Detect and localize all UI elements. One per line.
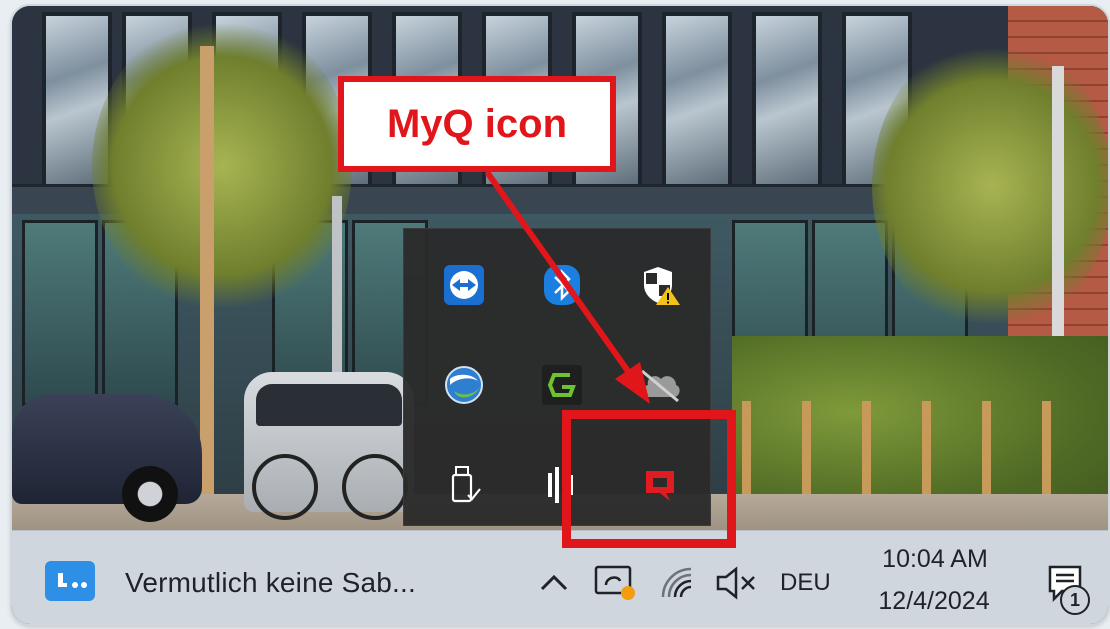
show-hidden-icons-chevron-icon[interactable] — [536, 565, 572, 601]
display-sync-icon[interactable] — [592, 563, 638, 608]
windows-security-warning-icon[interactable] — [612, 239, 708, 331]
taskbar: Vermutlich keine Sab... DEU 10:04 AM 12/… — [12, 530, 1108, 624]
input-language-indicator[interactable]: DEU — [780, 569, 831, 597]
teamviewer-icon[interactable] — [416, 239, 512, 331]
app-taskbar-icon[interactable] — [45, 561, 95, 601]
usb-safely-remove-icon[interactable] — [416, 439, 512, 531]
wifi-icon[interactable] — [657, 563, 699, 608]
annotation-callout: MyQ icon — [338, 76, 616, 172]
active-app-title[interactable]: Vermutlich keine Sab... — [125, 567, 416, 599]
notification-count-badge: 1 — [1060, 585, 1090, 615]
myq-icon-highlight-box — [562, 410, 736, 548]
globe-sync-icon[interactable] — [416, 339, 512, 431]
bluetooth-icon[interactable] — [514, 239, 610, 331]
screenshot-frame: Vermutlich keine Sab... DEU 10:04 AM 12/… — [12, 6, 1108, 624]
volume-muted-icon[interactable] — [714, 563, 760, 608]
annotation-callout-label: MyQ icon — [386, 101, 568, 146]
clock-time[interactable]: 10:04 AM — [870, 545, 1000, 574]
clock-date[interactable]: 12/4/2024 — [864, 587, 1004, 616]
